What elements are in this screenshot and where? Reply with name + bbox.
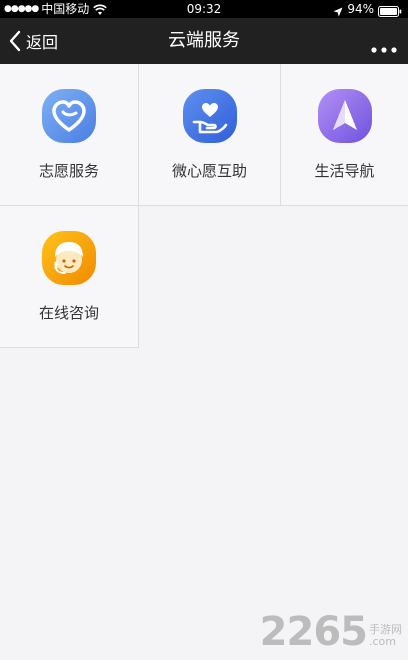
- navigation-arrow-icon: [317, 88, 373, 144]
- service-label: 在线咨询: [38, 304, 99, 322]
- service-label: 微心愿互助: [171, 162, 247, 180]
- watermark-domain: .com: [369, 635, 396, 648]
- chevron-left-icon: [8, 30, 22, 52]
- status-bar: ●●●●● 中国移动 09:32 94%: [0, 0, 408, 18]
- status-right: 94%: [333, 0, 402, 18]
- battery-icon: [378, 4, 402, 17]
- service-volunteer[interactable]: 志愿服务: [0, 64, 139, 206]
- support-agent-icon: [41, 230, 97, 286]
- service-online-consult[interactable]: 在线咨询: [0, 206, 139, 348]
- heart-hand-icon: [182, 88, 238, 144]
- heart-icon: [41, 88, 97, 144]
- more-dots-icon: [371, 38, 397, 53]
- battery-percent: 94%: [347, 2, 374, 16]
- back-label: 返回: [26, 33, 59, 52]
- watermark: 2265 手游网 .com: [260, 612, 402, 652]
- watermark-side: 手游网 .com: [369, 624, 402, 648]
- page-title: 云端服务: [168, 30, 240, 51]
- nav-bar: 云端服务 返回: [0, 18, 408, 64]
- service-micro-wish[interactable]: 微心愿互助: [139, 64, 281, 206]
- back-button[interactable]: 返回: [8, 18, 58, 64]
- location-icon: [333, 4, 343, 17]
- more-button[interactable]: [366, 18, 402, 64]
- watermark-number: 2265: [259, 609, 368, 655]
- service-label: 生活导航: [314, 162, 375, 180]
- service-label: 志愿服务: [38, 162, 99, 180]
- service-life-navigation[interactable]: 生活导航: [281, 64, 408, 206]
